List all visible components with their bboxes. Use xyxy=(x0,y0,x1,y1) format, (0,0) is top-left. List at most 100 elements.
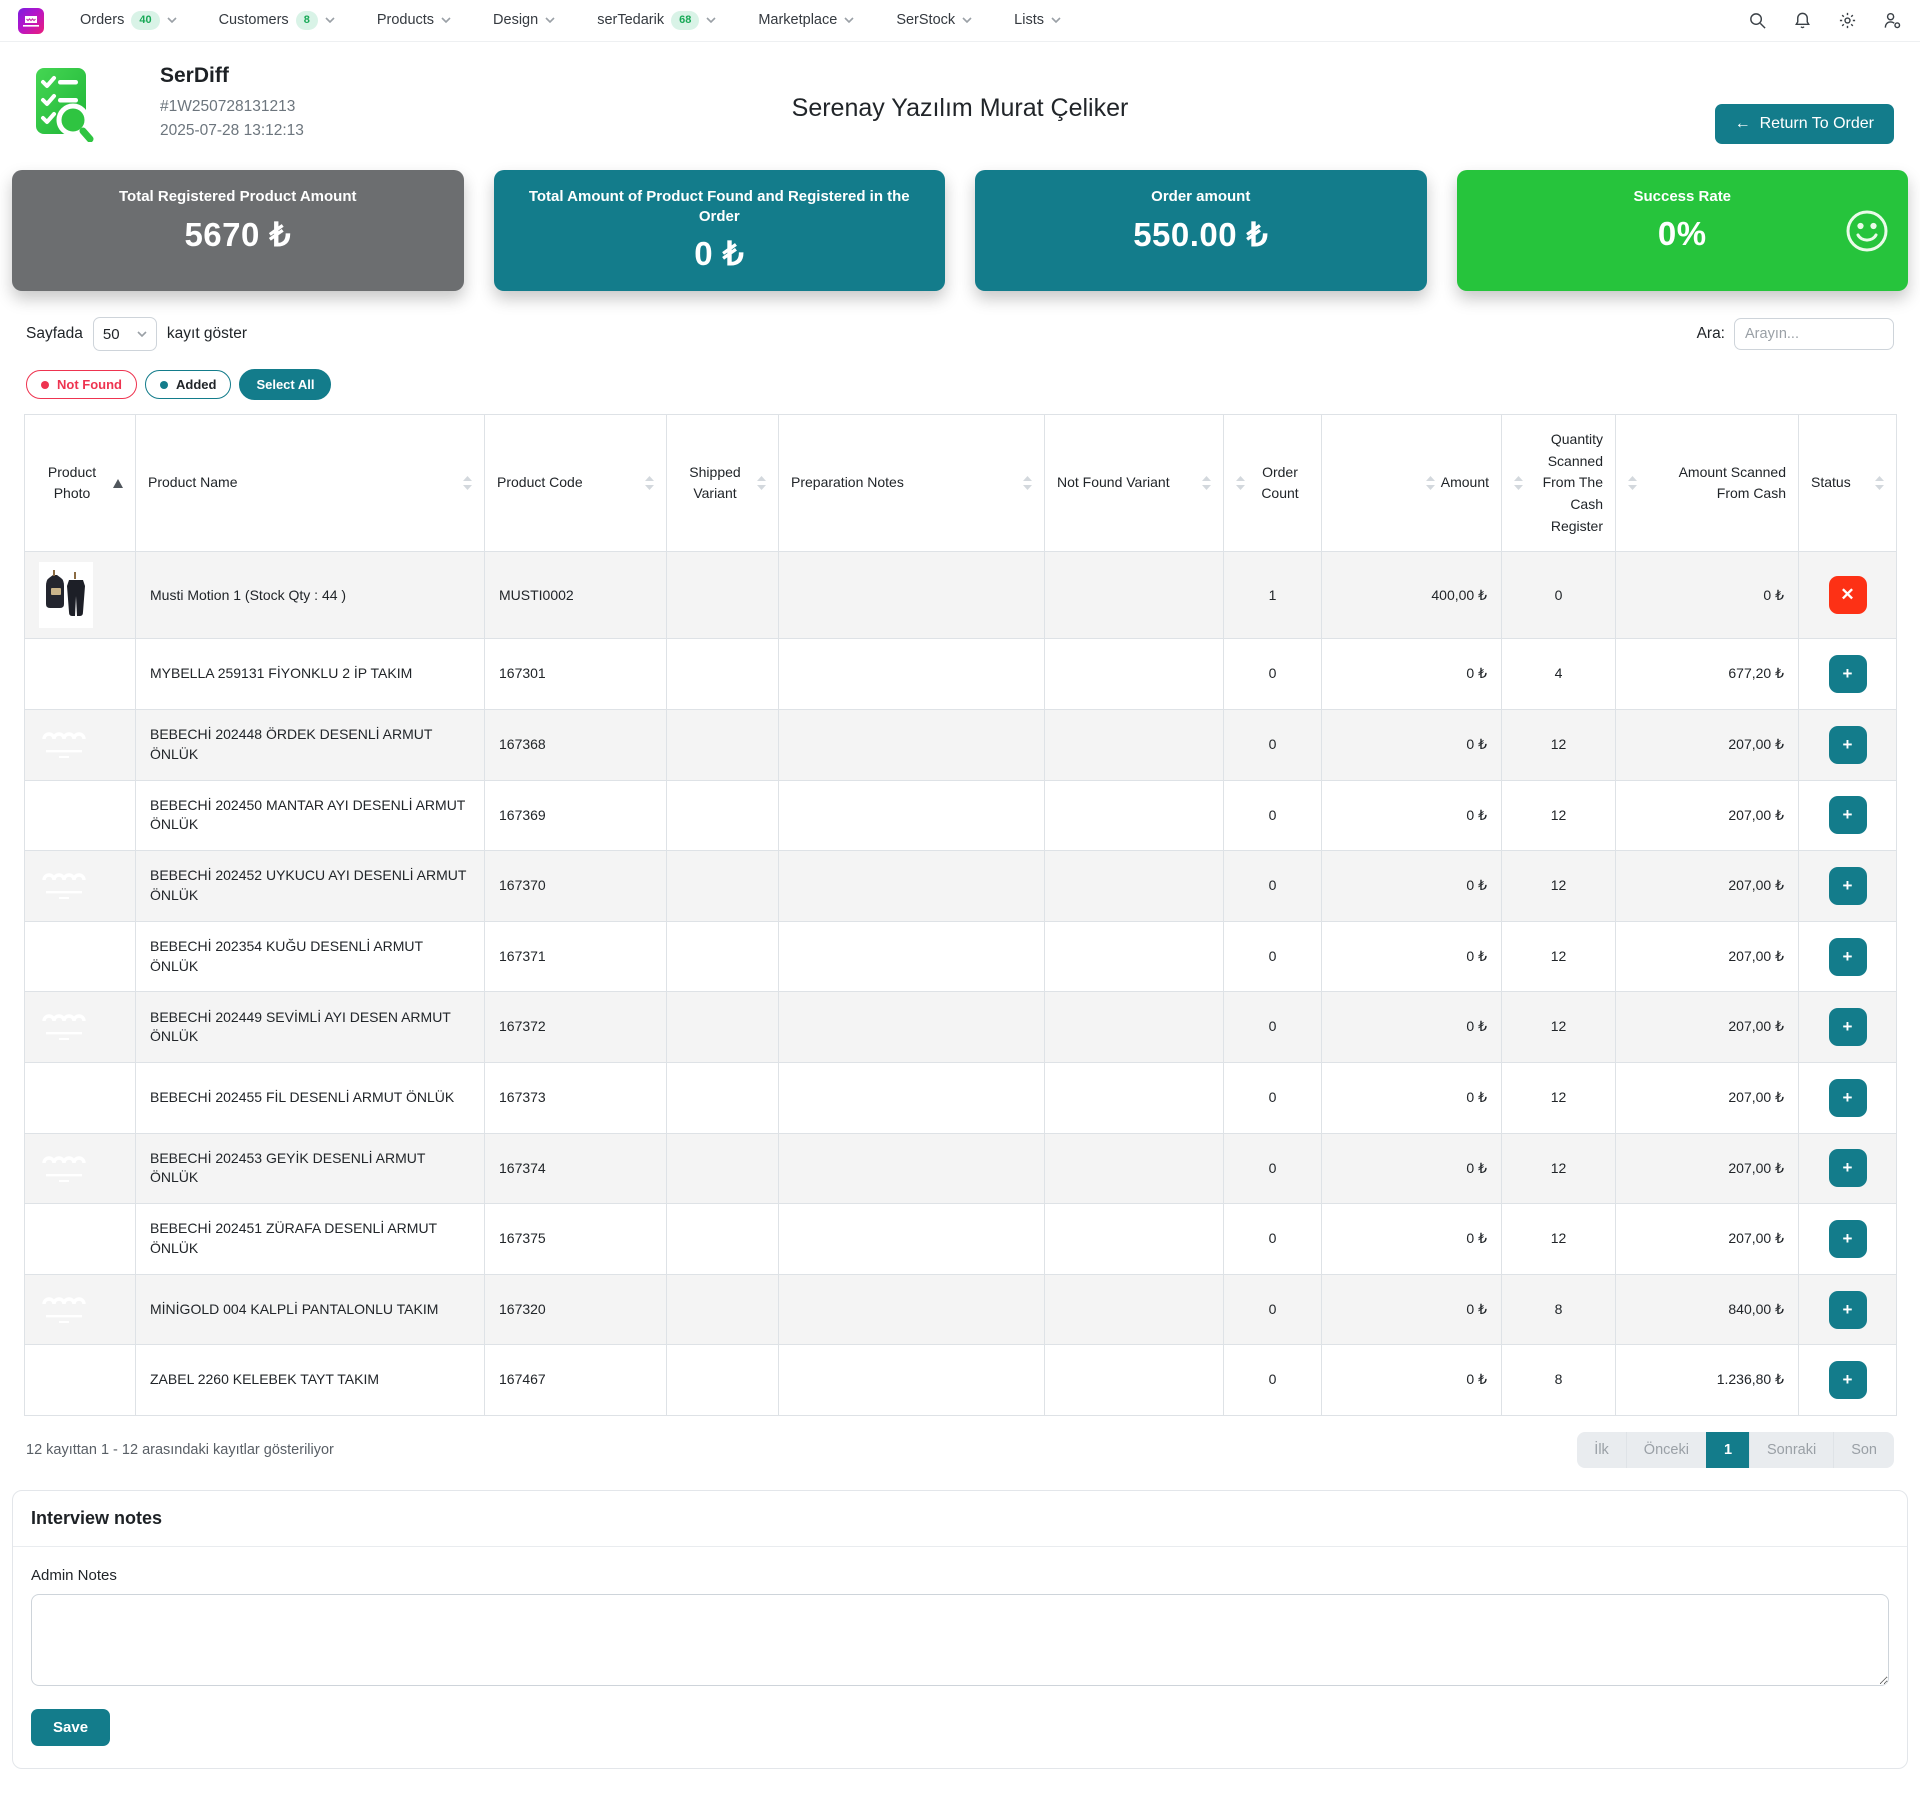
nav-item-label: Marketplace xyxy=(758,12,837,28)
bell-icon[interactable] xyxy=(1793,11,1812,30)
app-logo-icon[interactable] xyxy=(18,8,44,34)
chevron-down-icon xyxy=(545,17,555,23)
nav-badge: 68 xyxy=(671,11,699,29)
col-order-count[interactable]: Order Count xyxy=(1224,415,1322,552)
filter-buttons: Not Found Added Select All xyxy=(26,369,1894,400)
product-name-cell: BEBECHİ 202455 FİL DESENLİ ARMUT ÖNLÜK xyxy=(136,1063,485,1134)
status-add-button[interactable]: + xyxy=(1829,938,1867,976)
product-photo-cell xyxy=(25,1063,136,1134)
col-shipped-variant[interactable]: Shipped Variant xyxy=(667,415,779,552)
col-preparation-notes[interactable]: Preparation Notes xyxy=(779,415,1045,552)
table-row: Musti Motion 1 (Stock Qty : 44 ) MUSTI00… xyxy=(25,552,1897,639)
col-product-code[interactable]: Product Code xyxy=(485,415,667,552)
not-found-variant-cell xyxy=(1045,992,1224,1063)
page-first-button[interactable]: İlk xyxy=(1577,1432,1626,1468)
nav-icons xyxy=(1748,11,1902,30)
product-placeholder-icon xyxy=(39,1144,89,1194)
status-add-button[interactable]: + xyxy=(1829,796,1867,834)
order-count-cell: 0 xyxy=(1224,1133,1322,1204)
amount-cell: 0 ₺ xyxy=(1322,1204,1502,1275)
col-amount[interactable]: Amount xyxy=(1322,415,1502,552)
filter-not-found-button[interactable]: Not Found xyxy=(26,370,137,399)
status-add-button[interactable]: + xyxy=(1829,1008,1867,1046)
amount-cell: 0 ₺ xyxy=(1322,921,1502,992)
nav-item-serstock[interactable]: SerStock xyxy=(896,12,972,28)
save-button[interactable]: Save xyxy=(31,1709,110,1746)
nav-item-lists[interactable]: Lists xyxy=(1014,12,1061,28)
amount-cell: 0 ₺ xyxy=(1322,851,1502,922)
status-cell: + xyxy=(1799,1133,1897,1204)
status-add-button[interactable]: + xyxy=(1829,1361,1867,1399)
col-not-found-variant[interactable]: Not Found Variant xyxy=(1045,415,1224,552)
filter-added-button[interactable]: Added xyxy=(145,370,231,399)
product-placeholder-icon xyxy=(39,932,89,982)
search-icon[interactable] xyxy=(1748,11,1767,30)
qty-scanned-cell: 12 xyxy=(1502,851,1616,922)
status-add-button[interactable]: + xyxy=(1829,726,1867,764)
chevron-down-icon xyxy=(167,17,177,23)
product-placeholder-icon xyxy=(39,1073,89,1123)
status-add-button[interactable]: + xyxy=(1829,655,1867,693)
chevron-down-icon xyxy=(441,17,451,23)
page-next-button[interactable]: Sonraki xyxy=(1749,1432,1833,1468)
col-qty-scanned[interactable]: Quantity Scanned From The Cash Register xyxy=(1502,415,1616,552)
col-status[interactable]: Status xyxy=(1799,415,1897,552)
status-add-button[interactable]: + xyxy=(1829,1220,1867,1258)
status-remove-button[interactable]: ✕ xyxy=(1829,576,1867,614)
order-datetime: 2025-07-28 13:12:13 xyxy=(160,122,304,140)
chevron-down-icon xyxy=(706,17,716,23)
page-last-button[interactable]: Son xyxy=(1833,1432,1894,1468)
smiley-icon xyxy=(1844,208,1890,254)
status-add-button[interactable]: + xyxy=(1829,867,1867,905)
amount-cell: 0 ₺ xyxy=(1322,1345,1502,1416)
qty-scanned-cell: 12 xyxy=(1502,1063,1616,1134)
product-code-cell: 167368 xyxy=(485,710,667,781)
shipped-variant-cell xyxy=(667,1063,779,1134)
nav-item-marketplace[interactable]: Marketplace xyxy=(758,12,854,28)
product-photo-cell xyxy=(25,1204,136,1275)
nav-item-products[interactable]: Products xyxy=(377,12,451,28)
page-size-select[interactable]: 50 xyxy=(93,317,157,351)
sort-icon xyxy=(1023,476,1032,490)
status-add-button[interactable]: + xyxy=(1829,1291,1867,1329)
return-to-order-button[interactable]: ← Return To Order xyxy=(1715,104,1894,144)
not-found-variant-cell xyxy=(1045,1345,1224,1416)
status-add-button[interactable]: + xyxy=(1829,1079,1867,1117)
col-product-photo[interactable]: Product Photo xyxy=(25,415,136,552)
page-prev-button[interactable]: Önceki xyxy=(1626,1432,1706,1468)
table-row: BEBECHİ 202452 UYKUCU AYI DESENLİ ARMUT … xyxy=(25,851,1897,922)
nav-item-orders[interactable]: Orders40 xyxy=(80,11,177,29)
sort-icon xyxy=(1426,476,1435,490)
select-all-button[interactable]: Select All xyxy=(239,369,331,400)
arrow-left-icon: ← xyxy=(1735,115,1751,133)
not-found-variant-cell xyxy=(1045,552,1224,639)
top-navbar: Orders40 Customers8 Products Design serTedar… xyxy=(0,0,1920,42)
amount-cell: 0 ₺ xyxy=(1322,1063,1502,1134)
col-amount-scanned[interactable]: Amount Scanned From Cash xyxy=(1616,415,1799,552)
gear-icon[interactable] xyxy=(1838,11,1857,30)
stat-total-registered: Total Registered Product Amount 5670 ₺ xyxy=(12,170,464,291)
order-count-cell: 0 xyxy=(1224,1345,1322,1416)
nav-item-sertedarik[interactable]: serTedarik68 xyxy=(597,11,716,29)
table-row: ZABEL 2260 KELEBEK TAYT TAKIM 167467 0 0… xyxy=(25,1345,1897,1416)
order-count-cell: 1 xyxy=(1224,552,1322,639)
status-add-button[interactable]: + xyxy=(1829,1149,1867,1187)
stat-label: Total Registered Product Amount xyxy=(26,187,450,207)
nav-item-design[interactable]: Design xyxy=(493,12,555,28)
admin-notes-textarea[interactable] xyxy=(31,1594,1889,1686)
user-settings-icon[interactable] xyxy=(1883,11,1902,30)
status-cell: + xyxy=(1799,780,1897,851)
product-code-cell: MUSTI0002 xyxy=(485,552,667,639)
nav-item-customers[interactable]: Customers8 xyxy=(219,11,335,29)
shipped-variant-cell xyxy=(667,710,779,781)
page-size-prefix-label: Sayfada xyxy=(26,325,83,343)
page-1-button[interactable]: 1 xyxy=(1706,1432,1749,1468)
product-code-cell: 167374 xyxy=(485,1133,667,1204)
col-product-name[interactable]: Product Name xyxy=(136,415,485,552)
search-input[interactable] xyxy=(1734,318,1894,350)
not-found-variant-cell xyxy=(1045,1274,1224,1345)
not-found-variant-cell xyxy=(1045,851,1224,922)
amount-scanned-cell: 677,20 ₺ xyxy=(1616,639,1799,710)
order-count-cell: 0 xyxy=(1224,1274,1322,1345)
table-row: BEBECHİ 202455 FİL DESENLİ ARMUT ÖNLÜK 1… xyxy=(25,1063,1897,1134)
